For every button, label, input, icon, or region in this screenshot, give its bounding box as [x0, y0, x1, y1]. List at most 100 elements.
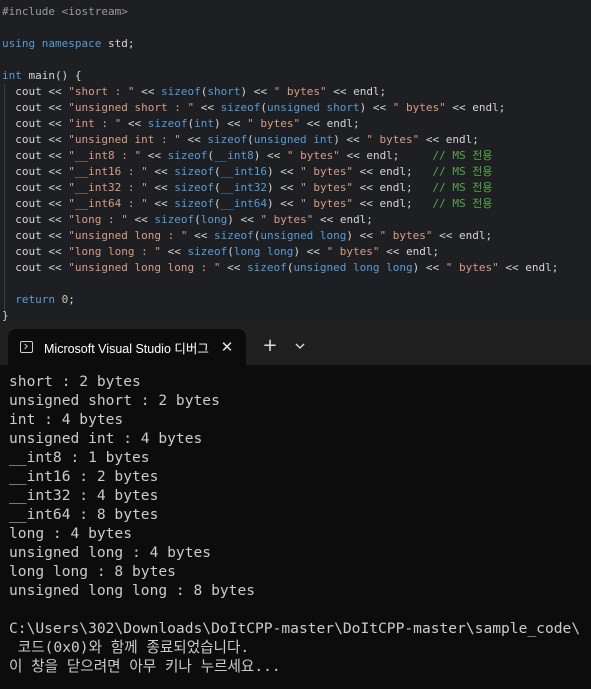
- code-token: " bytes": [247, 117, 301, 130]
- code-token: sizeof: [174, 165, 214, 178]
- code-token: cout <<: [2, 117, 69, 130]
- code-token: unsigned long: [260, 229, 347, 242]
- code-token: << endl;: [353, 181, 433, 194]
- code-line: cout << "__int32 : " << sizeof(__int32) …: [2, 180, 493, 196]
- code-token: <<: [147, 181, 175, 194]
- terminal-output-line: __int32 : 4 bytes: [9, 487, 159, 504]
- code-token: <<: [127, 213, 155, 226]
- code-token: "short : ": [68, 85, 135, 98]
- code-token: cout <<: [2, 101, 69, 114]
- code-line: int main() {: [2, 68, 81, 84]
- code-token: std;: [107, 37, 135, 50]
- close-tab-icon[interactable]: ✕: [218, 338, 236, 356]
- code-token: << endl;: [379, 245, 440, 258]
- code-token: sizeof: [154, 213, 195, 226]
- code-token: << endl;: [313, 213, 373, 226]
- code-token: <<: [141, 149, 168, 162]
- code-token: " bytes": [366, 133, 420, 146]
- code-token: using namespace: [2, 37, 108, 50]
- code-token: cout <<: [2, 213, 69, 226]
- code-token: (: [213, 181, 221, 194]
- code-token: int: [194, 117, 214, 130]
- code-token: (: [260, 101, 267, 114]
- code-token: ) <<: [346, 229, 380, 242]
- code-token: " bytes": [300, 181, 354, 194]
- code-token: << endl;: [326, 85, 387, 98]
- code-token: cout <<: [2, 149, 69, 162]
- code-line: cout << "__int8 : " << sizeof(__int8) <<…: [2, 148, 492, 164]
- tab-title: Microsoft Visual Studio 디버그: [44, 341, 209, 356]
- code-token: <<: [147, 165, 175, 178]
- code-token: __int32: [220, 181, 267, 194]
- code-token: ;: [68, 293, 75, 306]
- code-token: <<: [160, 245, 188, 258]
- code-token: "__int64 : ": [68, 197, 148, 210]
- code-token: sizeof: [213, 229, 254, 242]
- code-token: "unsigned long : ": [68, 229, 188, 242]
- code-token: (: [247, 133, 254, 146]
- chevron-down-icon[interactable]: [290, 336, 310, 356]
- code-editor[interactable]: #include <iostream> using namespace std; i…: [0, 0, 591, 322]
- code-token: " bytes": [326, 245, 380, 258]
- code-token: " bytes": [273, 85, 327, 98]
- terminal-tab[interactable]: Microsoft Visual Studio 디버그 ✕: [8, 329, 246, 365]
- code-token: cout <<: [2, 197, 69, 210]
- code-token: sizeof: [220, 101, 261, 114]
- code-token: " bytes": [392, 101, 446, 114]
- code-token: " bytes": [260, 213, 314, 226]
- code-token: ) <<: [333, 133, 367, 146]
- code-token: sizeof: [187, 245, 228, 258]
- code-comment: // MS 전용: [432, 181, 493, 194]
- code-token: "unsigned short : ": [68, 101, 195, 114]
- terminal-window[interactable]: Microsoft Visual Studio 디버그 ✕ + short : …: [0, 322, 591, 689]
- code-token: short: [207, 85, 241, 98]
- code-line: }: [2, 308, 9, 322]
- terminal-output-line: unsigned long long : 8 bytes: [9, 582, 256, 599]
- code-token: "__int16 : ": [68, 165, 148, 178]
- code-token: <<: [187, 229, 214, 242]
- code-line: using namespace std;: [2, 36, 134, 52]
- code-token: "__int8 : ": [68, 149, 142, 162]
- code-token: }: [2, 309, 9, 322]
- code-token: int: [2, 69, 29, 82]
- code-token: (: [194, 213, 201, 226]
- code-token: sizeof: [160, 85, 201, 98]
- code-line: cout << "unsigned short : " << sizeof(un…: [2, 100, 505, 116]
- terminal-tab-bar: Microsoft Visual Studio 디버그 ✕ +: [0, 322, 591, 365]
- code-token: <<: [121, 117, 148, 130]
- code-token: ) <<: [293, 245, 327, 258]
- code-token: (: [207, 149, 214, 162]
- new-tab-button[interactable]: +: [260, 336, 280, 356]
- code-token: sizeof: [174, 181, 214, 194]
- code-token: return: [2, 293, 62, 306]
- code-token: unsigned int: [253, 133, 334, 146]
- code-token: sizeof: [167, 149, 208, 162]
- code-token: sizeof: [147, 117, 188, 130]
- code-token: ) <<: [227, 213, 261, 226]
- code-token: main() {: [28, 69, 82, 82]
- code-line: cout << "long : " << sizeof(long) << " b…: [2, 212, 373, 228]
- code-token: "int : ": [68, 117, 122, 130]
- code-token: (: [213, 197, 221, 210]
- code-line: return 0;: [2, 292, 75, 308]
- terminal-output-line: unsigned short : 2 bytes: [9, 392, 220, 409]
- code-token: cout <<: [2, 229, 69, 242]
- terminal-icon: [20, 341, 33, 353]
- terminal-output-line: unsigned long : 4 bytes: [9, 544, 212, 561]
- code-line: cout << "__int16 : " << sizeof(__int16) …: [2, 164, 492, 180]
- code-token: ) <<: [213, 117, 248, 130]
- terminal-output-line: __int8 : 1 bytes: [9, 449, 150, 466]
- code-token: long: [200, 213, 228, 226]
- code-token: __int16: [220, 165, 267, 178]
- code-line: cout << "long long : " << sizeof(long lo…: [2, 244, 439, 260]
- code-token: cout <<: [2, 261, 69, 274]
- code-line: #include <iostream>: [2, 4, 128, 20]
- terminal-output-line: short : 2 bytes: [9, 373, 141, 390]
- code-token: cout <<: [2, 85, 69, 98]
- code-token: (: [227, 245, 234, 258]
- code-token: ) <<: [253, 149, 287, 162]
- terminal-output-line: long : 4 bytes: [9, 525, 133, 542]
- terminal-output-line: 이 창을 닫으려면 아무 키나 누르세요...: [9, 658, 281, 675]
- code-token: ) <<: [412, 261, 446, 274]
- code-token: ) <<: [266, 181, 301, 194]
